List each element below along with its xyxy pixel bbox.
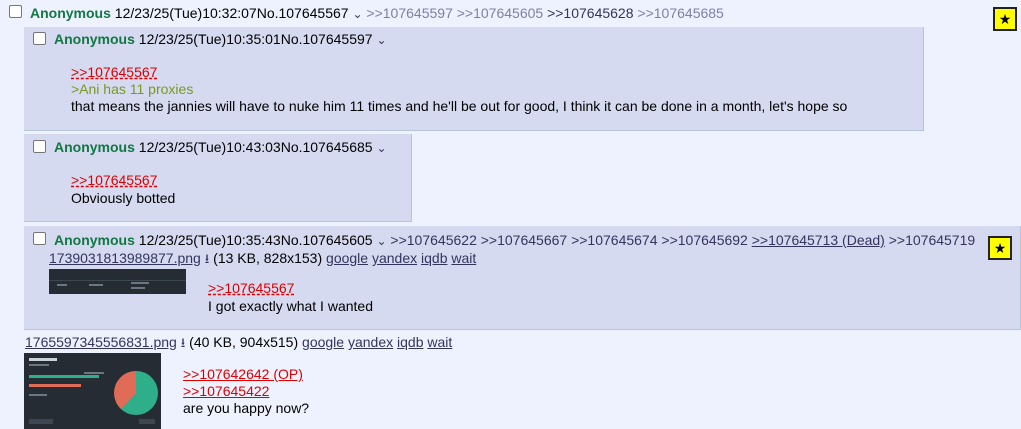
reply3-file-info: 1739031813989877.png ⭳ (13 KB, 828x153) … [49,249,476,268]
reply3-quote-link[interactable]: >>107645567 [208,280,294,296]
reply3-yandex-link[interactable]: yandex [372,250,417,266]
star-icon-2[interactable]: ★ [988,236,1012,260]
reply-post-107645605: Anonymous 12/23/25(Tue)10:35:43No.107645… [24,226,1021,330]
reply1-datetime: 12/23/25(Tue)10:35:01 [138,31,281,47]
reply3-datetime: 12/23/25(Tue)10:35:43 [138,232,281,248]
reply3-google-link[interactable]: google [326,250,368,266]
op-backlink-2[interactable]: >>107645605 [457,5,543,21]
op-post-number[interactable]: No.107645567 [257,5,349,21]
reply2-header: Anonymous 12/23/25(Tue)10:43:03No.107645… [54,138,387,157]
reply3-checkbox[interactable] [33,232,46,245]
reply3-backlink-6[interactable]: >>107645719 [889,232,975,248]
op-name: Anonymous [30,5,111,21]
post4-yandex-link[interactable]: yandex [348,334,393,350]
reply1-menu-caret-icon[interactable]: ⌄ [376,33,386,47]
reply3-menu-caret-icon[interactable]: ⌄ [376,234,386,248]
op-backlink-1[interactable]: >>107645597 [366,5,452,21]
reply1-header: Anonymous 12/23/25(Tue)10:35:01No.107645… [54,30,387,49]
reply3-backlink-4[interactable]: >>107645692 [661,232,747,248]
reply3-backlink-1[interactable]: >>107645622 [390,232,476,248]
reply1-quote-link[interactable]: >>107645567 [71,64,157,80]
post4-thumbnail-image[interactable] [24,353,161,429]
reply3-backlink-2[interactable]: >>107645667 [481,232,567,248]
reply1-checkbox[interactable] [33,32,46,45]
reply2-post-number[interactable]: No.107645685 [281,139,373,155]
reply3-name: Anonymous [54,232,135,248]
op-menu-caret-icon[interactable]: ⌄ [352,7,362,21]
post4-file-name[interactable]: 1765597345556831.png [25,334,177,350]
reply3-backlink-5-dead[interactable]: >>107645713 (Dead) [752,232,885,248]
op-datetime: 12/23/25(Tue)10:32:07 [114,5,257,21]
post4-file-info: 1765597345556831.png ⭳ (40 KB, 904x515) … [25,333,452,352]
reply3-post-number[interactable]: No.107645605 [281,232,373,248]
reply2-quote-link[interactable]: >>107645567 [71,172,157,188]
reply-post-107645597: Anonymous 12/23/25(Tue)10:35:01No.107645… [24,27,924,131]
reply3-backlink-3[interactable]: >>107645674 [571,232,657,248]
reply3-body: I got exactly what I wanted [208,298,373,314]
op-backlink-3[interactable]: >>107645628 [547,5,633,21]
reply1-post-number[interactable]: No.107645597 [281,31,373,47]
post4-iqdb-link[interactable]: iqdb [397,334,423,350]
reply2-name: Anonymous [54,139,135,155]
download-icon[interactable]: ⭳ [205,251,210,266]
op-backlink-4[interactable]: >>107645685 [637,5,723,21]
reply1-greentext: >Ani has 11 proxies [71,81,194,97]
star-icon[interactable]: ★ [993,7,1017,31]
reply1-body: that means the jannies will have to nuke… [71,98,848,114]
reply1-name: Anonymous [54,31,135,47]
reply3-iqdb-link[interactable]: iqdb [421,250,447,266]
post4-google-link[interactable]: google [302,334,344,350]
pie-graphic [114,371,158,415]
post4-quote-link-2[interactable]: >>107645422 [183,383,269,399]
post4-wait-link[interactable]: wait [427,334,452,350]
reply3-wait-link[interactable]: wait [451,250,476,266]
op-checkbox[interactable] [9,5,22,18]
reply2-datetime: 12/23/25(Tue)10:43:03 [138,139,281,155]
post4-quote-link-op[interactable]: >>107642642 (OP) [183,366,303,382]
reply-post-107645685: Anonymous 12/23/25(Tue)10:43:03No.107645… [24,134,412,222]
reply3-file-name[interactable]: 1739031813989877.png [49,250,201,266]
reply2-body: Obviously botted [71,190,176,206]
reply3-thumbnail-image[interactable] [49,269,186,294]
reply2-menu-caret-icon[interactable]: ⌄ [376,141,386,155]
download-icon[interactable]: ⭳ [181,335,186,350]
reply2-checkbox[interactable] [33,140,46,153]
reply3-header: Anonymous 12/23/25(Tue)10:35:43No.107645… [54,231,975,250]
reply3-file-size: (13 KB, 828x153) [213,250,323,266]
op-header: Anonymous 12/23/25(Tue)10:32:07No.107645… [30,4,724,23]
post4-file-size: (40 KB, 904x515) [189,334,299,350]
post4-body: are you happy now? [183,400,310,416]
